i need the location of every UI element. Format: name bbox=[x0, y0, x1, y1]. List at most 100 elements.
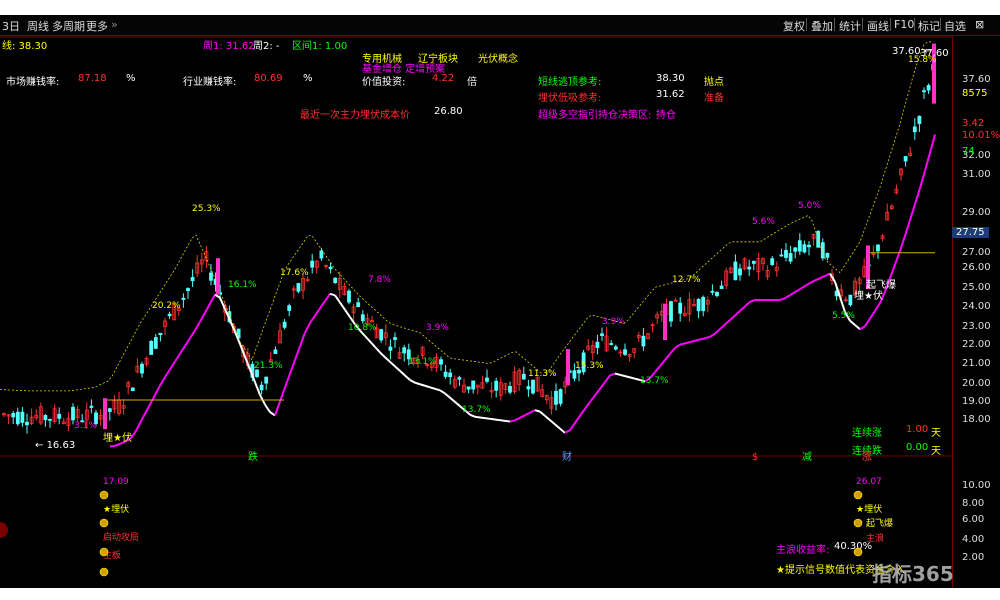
candle-body-77 bbox=[356, 302, 361, 308]
axis-tick-7: 24.00 bbox=[962, 301, 991, 312]
candle-body-64 bbox=[296, 283, 301, 292]
candle-body-34 bbox=[158, 332, 163, 335]
axis-top-label-0: 37.60 bbox=[920, 48, 949, 59]
signal-marker-6: 减 bbox=[802, 451, 812, 463]
signal-marker-0: 埋★伏 bbox=[103, 431, 132, 444]
support-line-seg-83 bbox=[524, 411, 531, 417]
candle-body-95 bbox=[439, 359, 443, 365]
candle-body-198 bbox=[912, 126, 917, 133]
pct-annotation-18: 3.1% bbox=[74, 421, 97, 431]
support-line-seg-160 bbox=[909, 203, 916, 221]
axis-tick-18: 2.00 bbox=[962, 552, 985, 563]
pct-annotation-11: 15.3% bbox=[575, 361, 604, 371]
candle-body-159 bbox=[733, 261, 738, 281]
support-line-seg-92 bbox=[569, 422, 576, 431]
pct-annotation-5: 7.8% bbox=[368, 275, 391, 285]
support-line-seg-89 bbox=[554, 423, 561, 430]
support-line-seg-93 bbox=[574, 415, 581, 424]
candle-body-147 bbox=[678, 302, 683, 314]
support-line-seg-125 bbox=[734, 310, 741, 317]
axis-top-label-5: 27.75 bbox=[952, 227, 989, 238]
candle-body-23 bbox=[107, 408, 112, 412]
candle-body-99 bbox=[457, 377, 462, 380]
axis-tick-2: 31.00 bbox=[962, 169, 991, 180]
support-line-seg-20 bbox=[209, 294, 216, 305]
support-line-seg-16 bbox=[189, 329, 196, 339]
support-line-seg-9 bbox=[154, 385, 161, 396]
candle-body-57 bbox=[264, 376, 269, 384]
support-line-seg-36 bbox=[289, 359, 296, 374]
candle-body-101 bbox=[466, 386, 471, 390]
axis-tick-5: 26.00 bbox=[962, 262, 991, 273]
support-line-seg-115 bbox=[684, 341, 691, 345]
support-line-seg-126 bbox=[739, 305, 746, 312]
candle-body-32 bbox=[149, 341, 154, 355]
axis-tick-10: 21.00 bbox=[962, 358, 991, 369]
support-line-seg-111 bbox=[664, 353, 671, 361]
support-line-seg-31 bbox=[264, 403, 271, 413]
candle-body-33 bbox=[153, 337, 158, 349]
candle-body-110 bbox=[508, 385, 512, 393]
candle-body-160 bbox=[738, 268, 742, 276]
support-line-seg-78 bbox=[499, 419, 506, 422]
pct-annotation-14: 12.7% bbox=[672, 275, 701, 285]
candle-body-75 bbox=[347, 290, 351, 303]
support-line-seg-96 bbox=[589, 394, 596, 403]
support-line-seg-112 bbox=[669, 347, 676, 355]
axis-tick-6: 25.00 bbox=[962, 282, 991, 293]
candlestick-chart: 25.3% 20.2% 16.1% 17.6% 21.3% 7.8% 10.8% 3.9% 13… bbox=[0, 36, 952, 577]
support-line-seg-142 bbox=[819, 274, 826, 280]
support-line-seg-90 bbox=[559, 427, 566, 434]
support-line-seg-122 bbox=[719, 323, 726, 330]
candle-body-155 bbox=[715, 291, 719, 297]
support-line-seg-79 bbox=[504, 419, 511, 423]
candle-body-184 bbox=[848, 294, 853, 306]
pct-annotation-9: 13.7% bbox=[462, 405, 491, 415]
pct-annotation-6: 10.8% bbox=[348, 323, 377, 333]
candle-body-71 bbox=[328, 266, 333, 270]
medal-icon-1 bbox=[99, 518, 109, 528]
support-line-seg-75 bbox=[484, 417, 491, 420]
axis-top-label-1: 8575 bbox=[962, 88, 988, 99]
support-line-seg-51 bbox=[364, 335, 371, 343]
support-line-seg-146 bbox=[839, 296, 846, 313]
support-line-seg-53 bbox=[374, 346, 381, 354]
support-line-seg-103 bbox=[624, 375, 631, 379]
signal-bar-2 bbox=[566, 349, 570, 386]
pct-annotation-15: 5.6% bbox=[752, 217, 775, 227]
candle-body-179 bbox=[825, 253, 830, 258]
candle-body-41 bbox=[190, 277, 195, 282]
support-line-seg-39 bbox=[304, 322, 311, 334]
axis-tick-17: 4.00 bbox=[962, 534, 985, 545]
support-line-seg-162 bbox=[919, 170, 926, 189]
support-line-seg-101 bbox=[614, 372, 621, 376]
pct-annotation-10: 11.3% bbox=[528, 369, 557, 379]
pct-annotation-16: 5.0% bbox=[798, 201, 821, 211]
support-line-seg-22 bbox=[219, 297, 226, 310]
candle-body-162 bbox=[747, 266, 752, 270]
medal-icon-0 bbox=[99, 490, 109, 500]
candle-body-174 bbox=[802, 244, 807, 253]
support-line-seg-14 bbox=[179, 345, 186, 355]
medal-icon-5 bbox=[853, 518, 863, 528]
pct-annotation-12: 3.9% bbox=[602, 317, 625, 327]
pct-annotation-0: 25.3% bbox=[192, 204, 221, 214]
candle-body-102 bbox=[471, 380, 476, 390]
signal-marker-1: 起飞爆 bbox=[866, 279, 896, 291]
candle-body-167 bbox=[770, 258, 775, 265]
support-line-seg-82 bbox=[519, 414, 526, 419]
support-line-seg-91 bbox=[564, 429, 571, 434]
support-line-seg-59 bbox=[404, 374, 411, 381]
support-line-seg-19 bbox=[204, 303, 211, 314]
candle-body-105 bbox=[485, 377, 489, 382]
candle-body-154 bbox=[710, 290, 715, 293]
signal-marker-3: 跌 bbox=[248, 450, 258, 463]
watermark-logo: 指标365 bbox=[872, 562, 954, 586]
support-line-seg-158 bbox=[899, 235, 906, 252]
axis-tick-0: 37.60 bbox=[962, 74, 991, 85]
candle-body-45 bbox=[209, 272, 213, 281]
support-line-seg-98 bbox=[599, 381, 606, 390]
support-line-seg-148 bbox=[849, 319, 856, 326]
support-line-seg-151 bbox=[864, 318, 871, 327]
support-line-seg-95 bbox=[584, 401, 591, 410]
